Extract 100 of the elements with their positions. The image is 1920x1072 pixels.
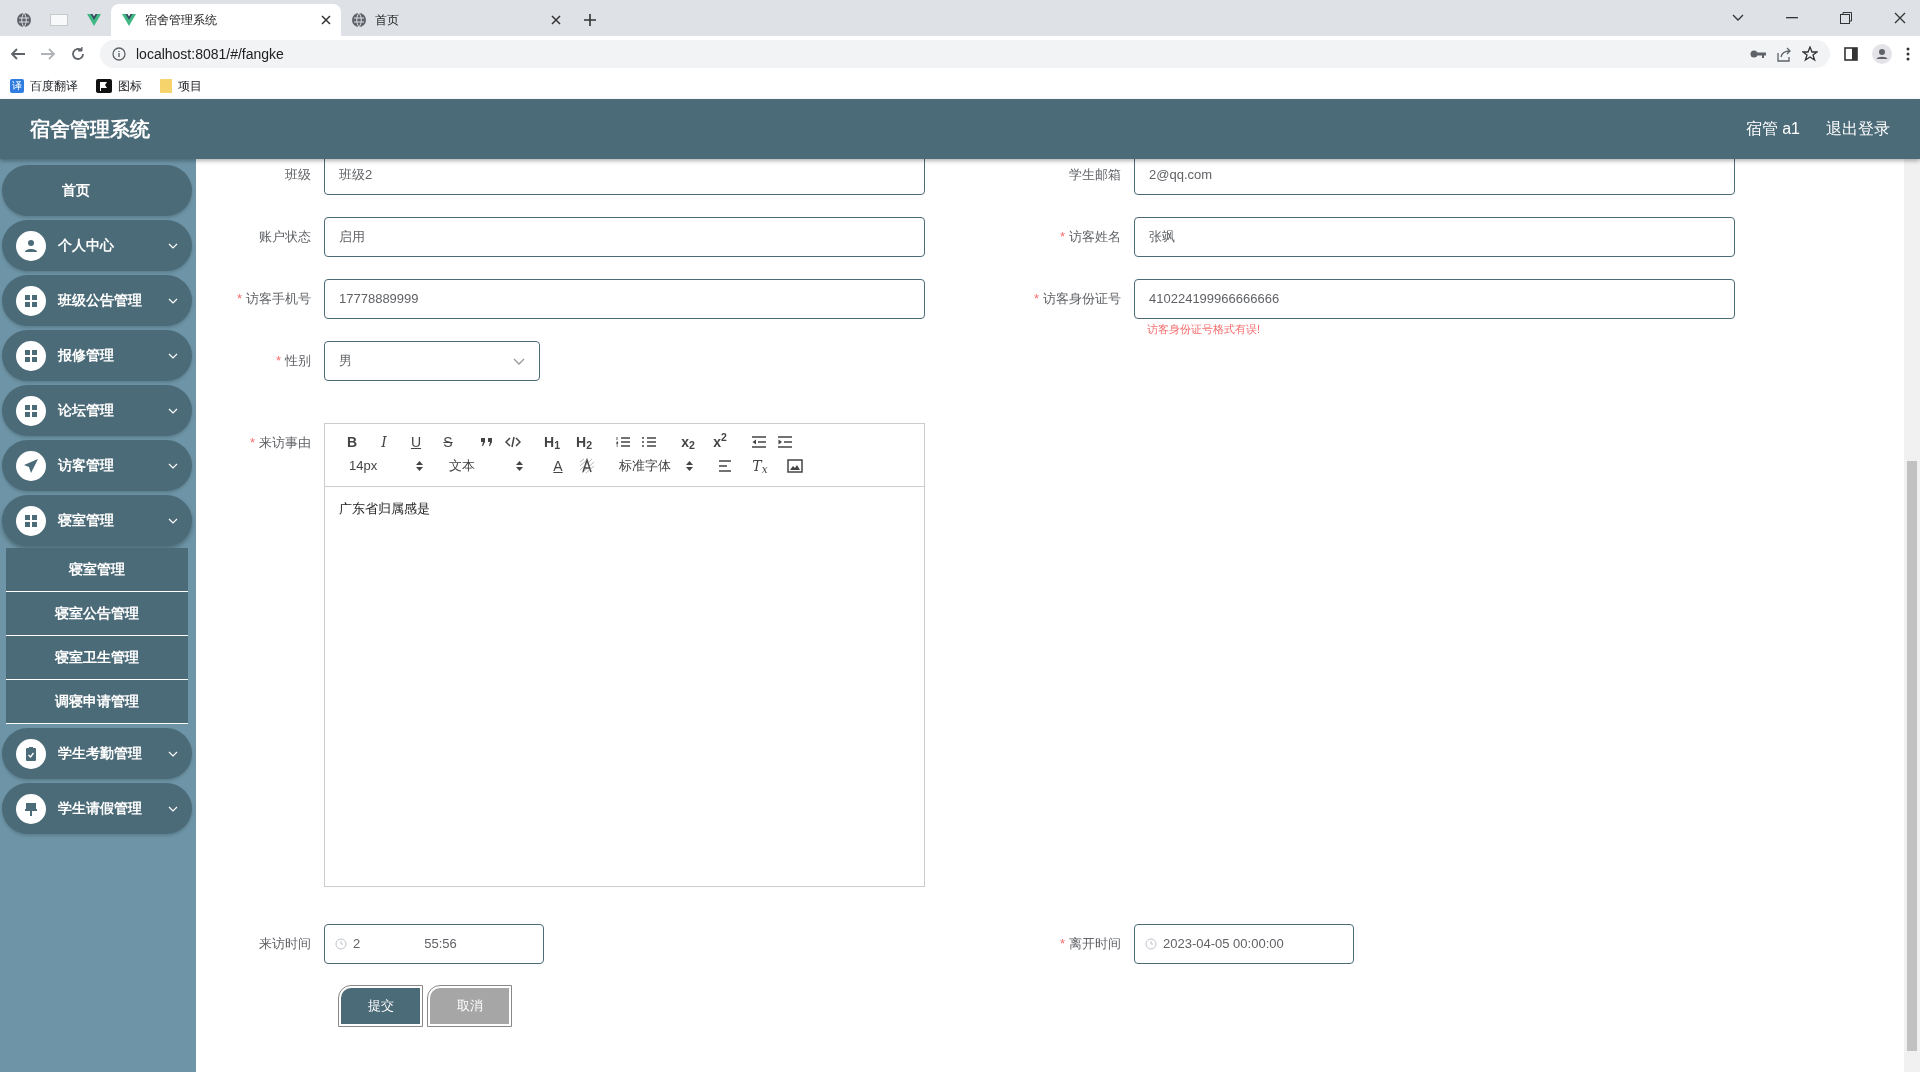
sort-icon [416, 460, 423, 472]
field-label: 来访时间 [258, 935, 312, 953]
logout-link[interactable]: 退出登录 [1826, 117, 1890, 141]
star-icon[interactable] [1802, 46, 1818, 62]
address-bar[interactable]: localhost:8081/#/fangke [100, 40, 1830, 68]
bullet-list-icon[interactable] [641, 434, 657, 450]
select-field[interactable]: 男 [324, 341, 540, 381]
menu-icon [16, 230, 46, 261]
field-label: * 访客姓名 [1058, 228, 1122, 246]
chevron-down-icon [168, 805, 178, 812]
sidebar-item[interactable]: 论坛管理 [2, 385, 192, 436]
format-button[interactable]: B [341, 431, 363, 453]
restore-icon[interactable] [1840, 12, 1852, 24]
profile-icon[interactable] [1872, 44, 1892, 64]
sidebar-item[interactable]: 寝室管理 [2, 495, 192, 546]
chevron-down-icon [168, 352, 178, 359]
menu-icon [16, 450, 46, 481]
chevron-down-icon [168, 297, 178, 304]
format-button[interactable]: S [437, 431, 459, 453]
field-label: 账户状态 [258, 228, 312, 246]
input-field[interactable]: 启用 [324, 217, 925, 257]
align-icon[interactable] [717, 458, 733, 474]
field-label: * 性别 [274, 352, 312, 370]
bookmark-link[interactable]: 图标 [96, 76, 142, 95]
translate-icon: 译 [10, 78, 24, 93]
sidebar-item[interactable]: 报修管理 [2, 330, 192, 381]
toolbar-select[interactable]: 14px [341, 456, 431, 476]
chevron-down-icon [168, 462, 178, 469]
clock-icon [1145, 938, 1157, 950]
sidebar-item[interactable]: 个人中心 [2, 220, 192, 271]
format-button[interactable]: H$_{2}$ [573, 431, 595, 453]
highlight-icon[interactable] [579, 458, 595, 474]
submit-button[interactable]: 提交 [339, 986, 422, 1026]
outdent-icon[interactable] [751, 434, 767, 450]
image-icon[interactable] [787, 458, 803, 474]
user-name: 宿管 a1 [1745, 119, 1800, 139]
browser-tab[interactable]: 宿舍管理系统 [111, 4, 341, 36]
editor-text: 广东省归属感是 [338, 500, 431, 518]
format-button[interactable]: T$_{x}$ [749, 455, 771, 477]
format-button[interactable]: x$^{2}$ [709, 431, 731, 453]
browser-tab[interactable]: 首页 [341, 4, 571, 36]
close-icon[interactable] [1894, 12, 1906, 24]
sidebar-item[interactable]: 学生请假管理 [2, 783, 192, 834]
sidebar-item[interactable]: 首页 [2, 165, 192, 216]
menu-icon [16, 793, 46, 824]
key-icon[interactable] [1750, 49, 1766, 59]
vue-logo-icon [85, 12, 102, 28]
sort-icon [686, 460, 693, 472]
chevron-down-icon [168, 407, 178, 414]
sort-icon [516, 460, 523, 472]
menu-icon [16, 340, 46, 371]
menu-icon [16, 738, 46, 769]
input-field[interactable]: 410224199966666666 [1134, 279, 1735, 319]
minimize-icon[interactable] [1786, 17, 1798, 19]
sidebar-item[interactable]: 访客管理 [2, 440, 192, 491]
toolbar-select[interactable]: 标准字体 [611, 456, 701, 476]
sidebar-item[interactable]: 学生考勤管理 [2, 728, 192, 779]
bookmark-link[interactable]: 译 百度翻译 [10, 76, 78, 95]
vue-logo-icon [121, 12, 137, 28]
format-button[interactable]: A [547, 455, 569, 477]
clock-icon [335, 938, 347, 950]
field-label: * 离开时间 [1058, 935, 1122, 953]
date-field[interactable]: 2023-04-05 00:00:00 [1134, 924, 1354, 964]
input-field[interactable]: 班级2 [324, 159, 925, 195]
globe-icon [351, 12, 367, 28]
field-label: 班级 [284, 166, 312, 184]
close-icon[interactable] [321, 15, 331, 25]
chevron-down-icon [168, 242, 178, 249]
sidebar-item[interactable]: 班级公告管理 [2, 275, 192, 326]
input-field[interactable]: 17778889999 [324, 279, 925, 319]
code-icon[interactable] [505, 434, 521, 450]
new-tab-icon[interactable] [583, 13, 597, 27]
share-icon[interactable] [1776, 46, 1792, 62]
input-field[interactable]: 张飒 [1134, 217, 1735, 257]
bookmark-link[interactable]: 项目 [160, 76, 202, 95]
menu-icon [16, 395, 46, 426]
format-button[interactable]: x$_{2}$ [677, 431, 699, 453]
page-icon [49, 14, 68, 26]
field-label: * 访客身份证号 [1032, 290, 1122, 308]
chevron-down-icon[interactable] [1732, 14, 1744, 22]
back-icon[interactable] [10, 46, 26, 62]
indent-icon[interactable] [777, 434, 793, 450]
close-icon[interactable] [551, 15, 561, 25]
menu-icon [16, 505, 46, 536]
more-icon[interactable] [1906, 47, 1910, 61]
field-label: 学生邮箱 [1068, 166, 1122, 184]
format-button[interactable]: U [405, 431, 427, 453]
error-message: 访客身份证号格式有误! [1147, 322, 1261, 337]
chevron-down-icon [168, 750, 178, 757]
format-button[interactable]: H$_{1}$ [541, 431, 563, 453]
reload-icon[interactable] [70, 46, 86, 62]
info-icon [112, 47, 126, 61]
field-label: * 来访事由 [248, 434, 312, 452]
numbered-list-icon[interactable] [615, 434, 631, 450]
date-field[interactable]: 2 55:56 [324, 924, 544, 964]
format-button[interactable]: I [373, 431, 395, 453]
scrollbar[interactable] [1904, 159, 1920, 1072]
toolbar-select[interactable]: 文本 [441, 456, 531, 476]
side-panel-icon[interactable] [1844, 47, 1858, 61]
input-field[interactable]: 2@qq.com [1134, 159, 1735, 195]
